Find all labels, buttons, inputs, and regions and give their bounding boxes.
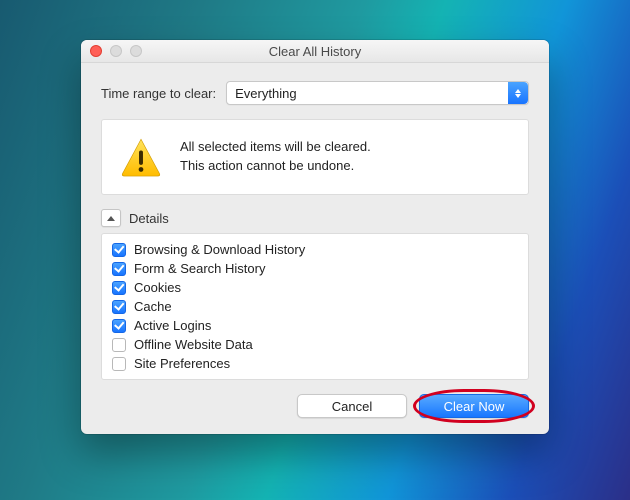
details-list: Browsing & Download History Form & Search… (101, 233, 529, 380)
warning-triangle-icon (120, 136, 162, 178)
desktop-background: Clear All History Time range to clear: E… (0, 0, 630, 500)
checkbox-icon[interactable] (112, 357, 126, 371)
titlebar: Clear All History (81, 40, 549, 63)
checkbox-icon[interactable] (112, 281, 126, 295)
checkbox-row[interactable]: Form & Search History (106, 259, 524, 278)
time-range-value: Everything (235, 86, 296, 101)
details-header[interactable]: Details (101, 209, 529, 227)
checkbox-row[interactable]: Active Logins (106, 316, 524, 335)
checkbox-row[interactable]: Offline Website Data (106, 335, 524, 354)
warning-text: All selected items will be cleared. This… (180, 138, 371, 176)
traffic-lights (81, 45, 142, 57)
dialog-content: Time range to clear: Everything (81, 63, 549, 434)
window-title: Clear All History (81, 44, 549, 59)
checkbox-row[interactable]: Site Preferences (106, 354, 524, 373)
cancel-button[interactable]: Cancel (297, 394, 407, 418)
dialog-window: Clear All History Time range to clear: E… (81, 40, 549, 434)
checkbox-row[interactable]: Cookies (106, 278, 524, 297)
checkbox-row[interactable]: Browsing & Download History (106, 240, 524, 259)
time-range-label: Time range to clear: (101, 86, 216, 101)
time-range-select[interactable]: Everything (226, 81, 529, 105)
checkbox-icon[interactable] (112, 338, 126, 352)
close-window-button[interactable] (90, 45, 102, 57)
checkbox-icon[interactable] (112, 300, 126, 314)
warning-line-2: This action cannot be undone. (180, 157, 371, 176)
checkbox-label: Cache (134, 299, 172, 314)
maximize-window-button (130, 45, 142, 57)
checkbox-icon[interactable] (112, 243, 126, 257)
button-row: Cancel Clear Now (101, 394, 529, 418)
select-arrows-icon (508, 82, 528, 104)
checkbox-label: Browsing & Download History (134, 242, 305, 257)
minimize-window-button (110, 45, 122, 57)
checkbox-label: Offline Website Data (134, 337, 253, 352)
clear-now-button[interactable]: Clear Now (419, 394, 529, 418)
clear-now-highlight: Clear Now (419, 394, 529, 418)
checkbox-label: Cookies (134, 280, 181, 295)
warning-box: All selected items will be cleared. This… (101, 119, 529, 195)
warning-line-1: All selected items will be cleared. (180, 138, 371, 157)
checkbox-row[interactable]: Cache (106, 297, 524, 316)
time-range-row: Time range to clear: Everything (101, 81, 529, 105)
details-label: Details (129, 211, 169, 226)
checkbox-label: Active Logins (134, 318, 211, 333)
checkbox-label: Form & Search History (134, 261, 265, 276)
disclosure-triangle-icon[interactable] (101, 209, 121, 227)
checkbox-icon[interactable] (112, 319, 126, 333)
checkbox-label: Site Preferences (134, 356, 230, 371)
checkbox-icon[interactable] (112, 262, 126, 276)
